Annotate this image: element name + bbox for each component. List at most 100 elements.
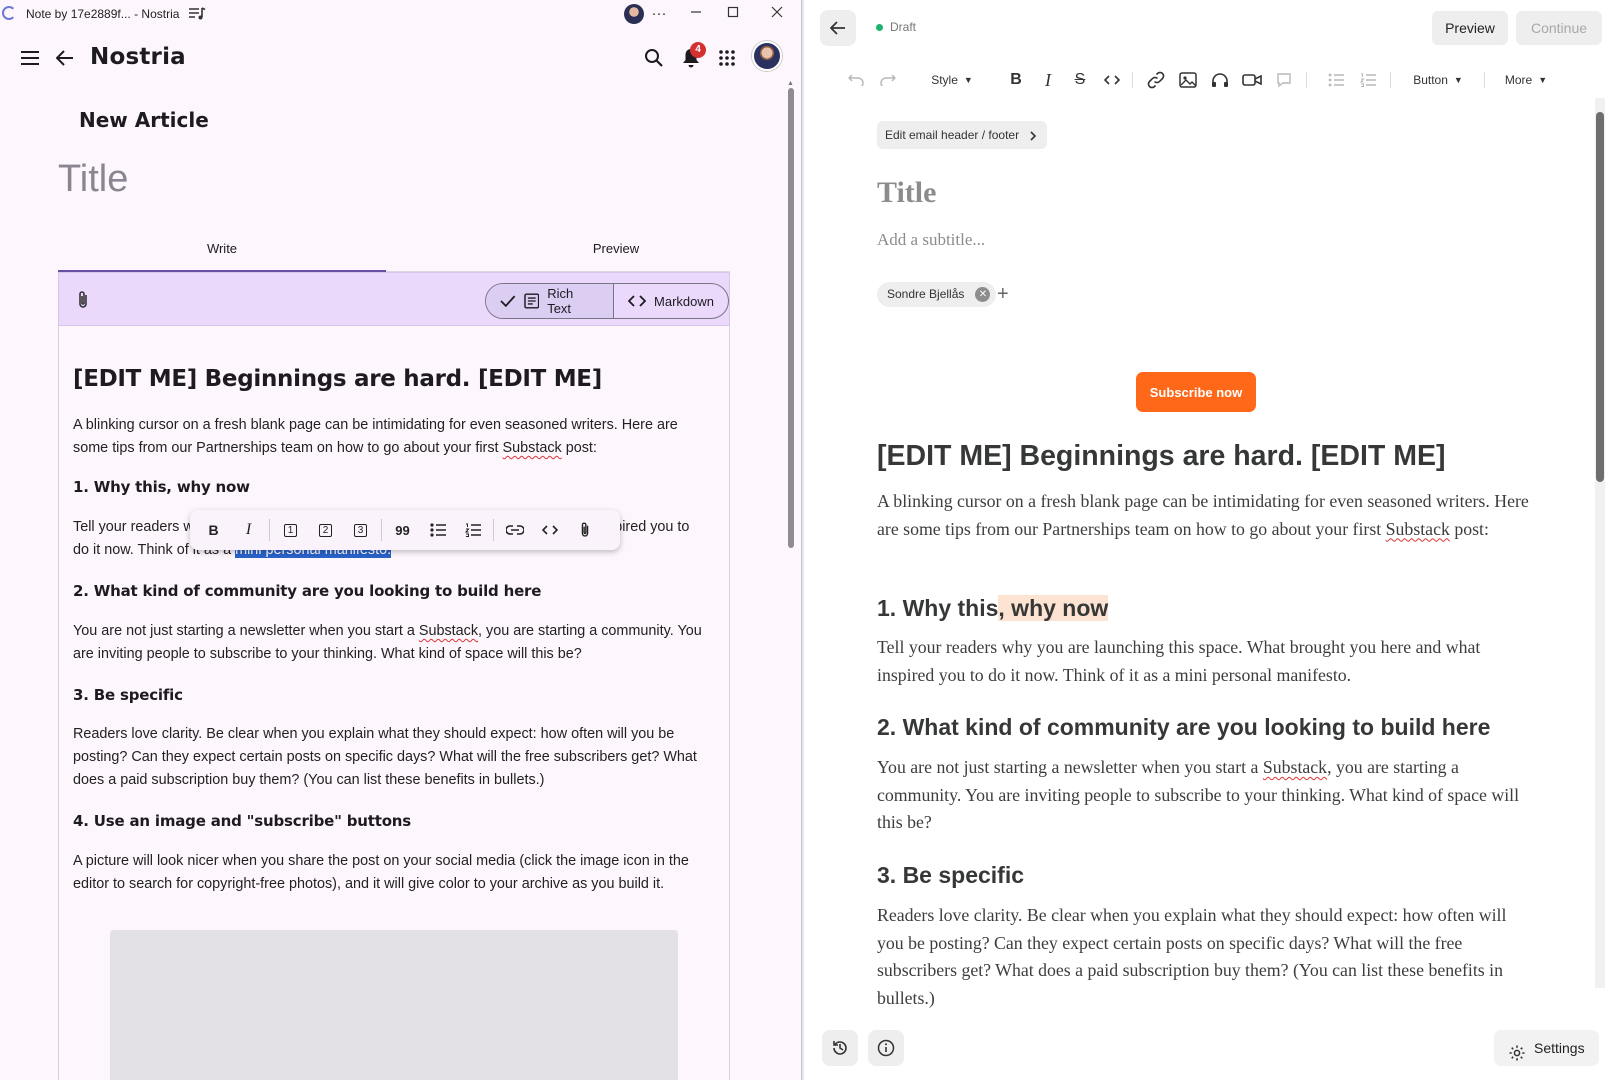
comment-icon[interactable] [1272, 68, 1296, 92]
notification-count-badge: 4 [690, 42, 706, 58]
remove-author-icon[interactable]: ✕ [975, 287, 991, 302]
article-heading: [EDIT ME] Beginnings are hard. [EDIT ME] [73, 366, 602, 392]
paragraph-community: You are not just starting a newsletter w… [73, 623, 702, 662]
paragraph-why: Tell your readers why you are launching … [877, 637, 1481, 685]
tab-preview[interactable]: Preview [452, 236, 780, 272]
post-title-placeholder[interactable]: Title [877, 176, 936, 210]
link-icon[interactable] [1144, 68, 1168, 92]
info-icon[interactable] [868, 1030, 904, 1066]
rich-text-label: Rich Text [547, 286, 574, 316]
markdown-mode-button[interactable]: Markdown [613, 284, 728, 318]
heading-1-icon[interactable]: 1 [273, 515, 308, 545]
continue-button[interactable]: Continue [1516, 11, 1602, 45]
link-icon[interactable] [497, 515, 532, 545]
audio-headphones-icon[interactable] [1208, 68, 1232, 92]
post-subtitle-placeholder[interactable]: Add a subtitle... [877, 230, 985, 250]
chevron-right-icon [1030, 121, 1037, 149]
tab-write[interactable]: Write [58, 236, 386, 273]
more-dropdown[interactable]: More ▼ [1496, 68, 1556, 92]
bullet-list-icon[interactable] [1324, 68, 1348, 92]
media-control-icon[interactable] [188, 6, 206, 25]
scrollbar[interactable] [1595, 98, 1605, 988]
undo-icon[interactable] [844, 68, 868, 92]
redo-icon[interactable] [876, 68, 900, 92]
back-arrow-icon[interactable] [820, 10, 856, 46]
section-heading-1: 1. Why this, why now [877, 595, 1109, 621]
floating-format-toolbar: B I 1 2 3 99 [190, 510, 620, 550]
scroll-up-arrow-icon[interactable]: ▲ [787, 80, 794, 87]
apps-grid-icon[interactable] [713, 44, 741, 72]
rich-text-editor[interactable]: [EDIT ME] Beginnings are hard. [EDIT ME]… [58, 326, 730, 1080]
rich-text-mode-button[interactable]: Rich Text [486, 284, 614, 318]
image-placeholder[interactable] [110, 930, 678, 1080]
draft-status: Draft [876, 20, 916, 34]
heading-3-icon[interactable]: 3 [343, 515, 378, 545]
app-name: Nostria [90, 44, 186, 70]
strikethrough-icon[interactable]: S [1068, 68, 1092, 92]
bold-icon[interactable]: B [196, 515, 231, 545]
page-title: New Article [79, 108, 209, 132]
toolbar-divider [1484, 72, 1485, 88]
editor-toolbar: Rich Text Markdown [58, 272, 730, 326]
section-heading-2: 2. What kind of community are you lookin… [877, 714, 1491, 740]
close-icon[interactable] [760, 2, 794, 26]
article-icon [523, 293, 539, 309]
toolbar-divider [381, 519, 382, 541]
code-icon[interactable] [1100, 68, 1124, 92]
article-title-input[interactable] [58, 158, 708, 201]
edit-header-footer-button[interactable]: Edit email header / footer [877, 121, 1048, 149]
code-icon[interactable] [532, 515, 567, 545]
post-heading: [EDIT ME] Beginnings are hard. [EDIT ME] [877, 440, 1446, 472]
code-icon [628, 295, 647, 307]
paragraph-specific: Readers love clarity. Be clear when you … [877, 905, 1507, 1008]
toolbar-divider [269, 519, 270, 541]
toolbar-divider [1306, 72, 1307, 88]
add-author-icon[interactable]: + [997, 282, 1009, 306]
history-icon[interactable] [822, 1030, 858, 1066]
maximize-icon[interactable] [716, 2, 750, 26]
bullet-list-icon[interactable] [420, 515, 455, 545]
toolbar-divider [493, 519, 494, 541]
style-dropdown[interactable]: Style ▼ [924, 68, 980, 92]
markdown-label: Markdown [654, 293, 714, 309]
back-arrow-icon[interactable] [51, 44, 79, 72]
nostria-app-icon [2, 6, 16, 20]
numbered-list-icon[interactable] [1356, 68, 1380, 92]
gear-icon [1508, 1039, 1526, 1075]
quote-icon[interactable]: 99 [385, 515, 420, 545]
toolbar-divider [1390, 72, 1391, 88]
section-heading-3: 3. Be specific [877, 862, 1025, 888]
numbered-list-icon[interactable] [455, 515, 490, 545]
search-icon[interactable] [640, 44, 668, 72]
substack-editor-window: Draft Preview Continue Style ▼ B I S But… [804, 0, 1613, 1080]
section-heading-4: 4. Use an image and "subscribe" buttons [73, 812, 412, 830]
paragraph-specific: Readers love clarity. Be clear when you … [73, 726, 697, 788]
button-dropdown[interactable]: Button ▼ [1404, 68, 1472, 92]
section-heading-1: 1. Why this, why now [73, 478, 250, 496]
bold-icon[interactable]: B [1004, 68, 1028, 92]
toolbar-divider [1132, 72, 1133, 88]
more-options-icon[interactable]: ··· [642, 2, 676, 26]
user-avatar[interactable] [752, 41, 782, 71]
preview-button[interactable]: Preview [1432, 11, 1508, 45]
section-heading-2: 2. What kind of community are you lookin… [73, 582, 542, 600]
scrollbar-thumb[interactable] [788, 88, 794, 548]
image-icon[interactable] [1176, 68, 1200, 92]
subscribe-now-button[interactable]: Subscribe now [1136, 372, 1256, 412]
status-dot [876, 23, 883, 31]
menu-icon[interactable] [16, 44, 44, 72]
attach-icon[interactable] [567, 515, 602, 545]
video-icon[interactable] [1240, 68, 1264, 92]
minimize-icon[interactable] [679, 2, 713, 26]
author-chip[interactable]: Sondre Bjellås ✕ [877, 282, 997, 307]
section-heading-3: 3. Be specific [73, 686, 183, 704]
italic-icon[interactable]: I [1036, 68, 1060, 92]
scrollbar-thumb[interactable] [1596, 112, 1604, 482]
paragraph-image: A picture will look nicer when you share… [73, 853, 689, 892]
profile-avatar-small[interactable] [624, 4, 644, 24]
heading-2-icon[interactable]: 2 [308, 515, 343, 545]
italic-icon[interactable]: I [231, 515, 266, 545]
paragraph-community: You are not just starting a newsletter w… [877, 757, 1520, 832]
settings-button[interactable]: Settings [1494, 1030, 1599, 1066]
attach-icon[interactable] [71, 287, 95, 313]
